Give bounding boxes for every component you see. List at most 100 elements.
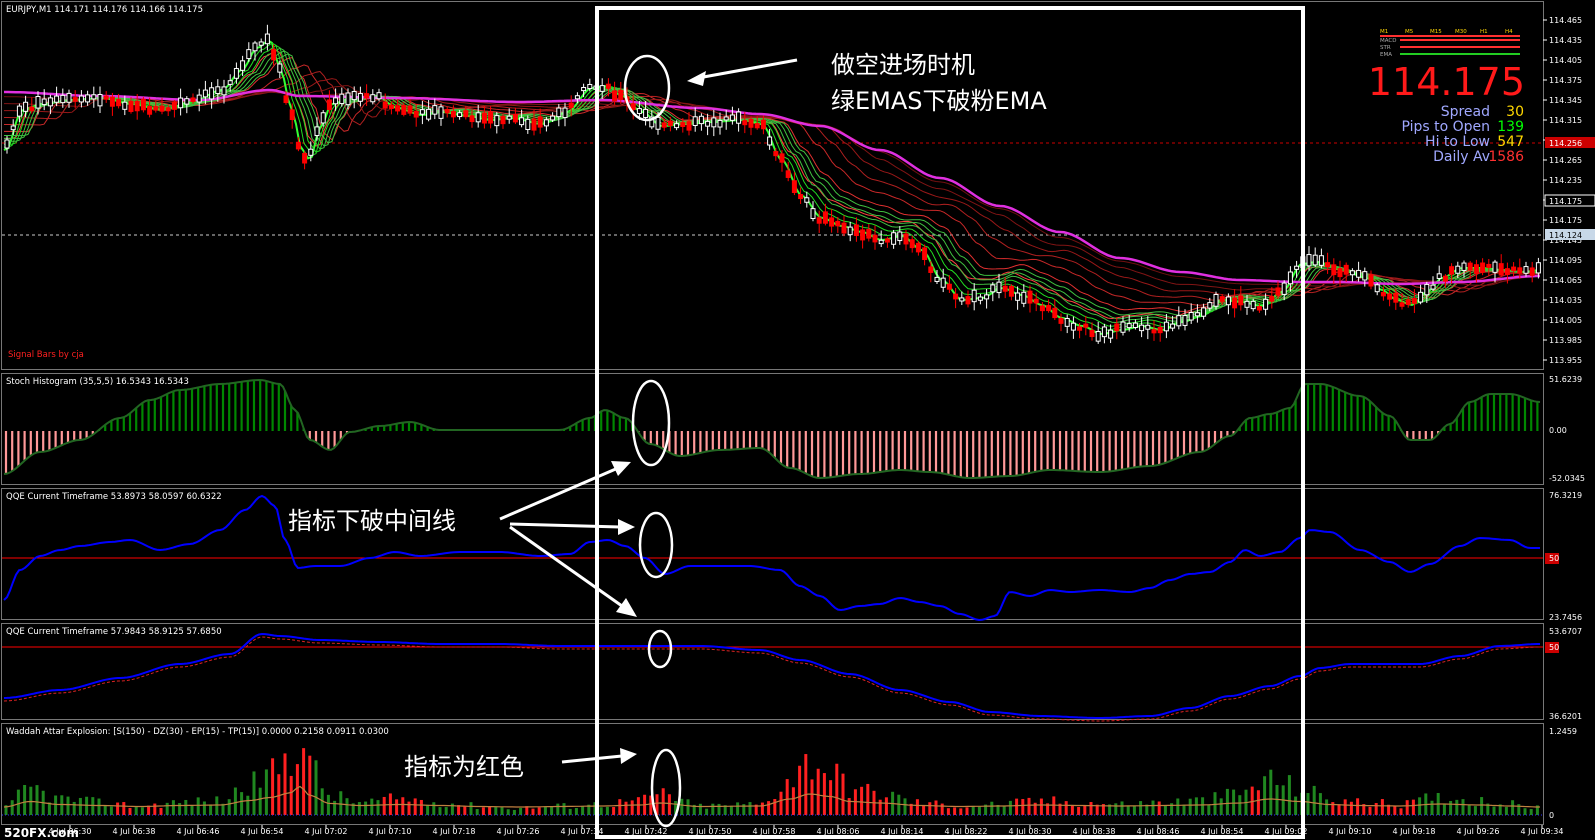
qqe2-title: QQE Current Timeframe 57.9843 58.9125 57… [6, 627, 222, 637]
wae-bar-green [1225, 788, 1229, 815]
bear-candle [1219, 296, 1225, 302]
wae-bar-green [705, 808, 709, 815]
stat-label: Hi to Low [1425, 134, 1490, 150]
time-label: 4 Jul 08:46 [1137, 827, 1180, 836]
wae-bar-green [500, 806, 504, 815]
bull-candle [339, 93, 345, 105]
bull-candle [196, 94, 202, 103]
wae-bar-green [202, 801, 206, 815]
bear-candle [835, 220, 841, 227]
time-label: 4 Jul 08:06 [817, 827, 860, 836]
bear-candle [1052, 307, 1058, 319]
bull-candle [1356, 269, 1362, 278]
bear-candle [1467, 262, 1473, 271]
bull-candle [1318, 255, 1324, 266]
wae-bar-red [382, 796, 386, 815]
bull-candle [692, 116, 698, 126]
wae-bar-green [711, 803, 715, 815]
bear-candle [605, 83, 611, 89]
bull-candle [1064, 318, 1070, 327]
bear-candle [860, 229, 866, 241]
time-label: 4 Jul 07:18 [433, 827, 476, 836]
bull-candle [1070, 322, 1076, 331]
time-label: 4 Jul 06:38 [113, 827, 156, 836]
bull-candle [41, 98, 47, 106]
bear-candle [928, 266, 934, 273]
time-label: 4 Jul 08:54 [1201, 827, 1244, 836]
bull-candle [85, 94, 91, 103]
bull-candle [1436, 273, 1442, 279]
wae-bar-green [717, 803, 721, 815]
wae-bar-green [556, 803, 560, 815]
bear-candle [531, 118, 537, 131]
stat-label: Spread [1441, 104, 1490, 120]
wae-bar-green [23, 785, 27, 815]
wae-bar-red [1374, 802, 1378, 815]
bull-candle [314, 126, 320, 137]
wae-bar-green [240, 792, 244, 815]
bear-candle [612, 90, 618, 102]
wae-bar-green [140, 807, 144, 815]
bull-candle [574, 95, 580, 100]
bear-candle [1157, 326, 1163, 334]
wae-bar-red [395, 799, 399, 815]
bear-candle [866, 229, 872, 239]
wae-bar-green [1523, 808, 1527, 815]
time-label: 4 Jul 09:26 [1457, 827, 1500, 836]
bear-candle [1331, 264, 1337, 276]
wae-bar-green [66, 796, 70, 815]
bull-candle [1225, 296, 1231, 306]
wae-bar-green [438, 807, 442, 815]
wae-bar-green [1325, 799, 1329, 815]
wae-bar-green [314, 760, 318, 815]
wae-bar-red [841, 773, 845, 815]
time-label: 4 Jul 09:10 [1329, 827, 1372, 836]
time-label: 4 Jul 08:22 [945, 827, 988, 836]
wae-bar-red [128, 807, 132, 815]
wae-bar-green [1120, 801, 1124, 815]
wae-bar-green [29, 786, 33, 815]
wae-bar-green [78, 797, 82, 815]
wae-bar-green [178, 803, 182, 815]
bear-candle [903, 233, 909, 245]
bear-candle [190, 97, 196, 103]
wae-bar-green [1139, 801, 1143, 815]
bear-candle [1473, 264, 1479, 274]
wae-bar-green [990, 801, 994, 815]
time-label: 4 Jul 07:02 [305, 827, 348, 836]
axis-label: 23.7456 [1549, 613, 1582, 622]
wae-bar-green [506, 809, 510, 815]
bull-candle [1455, 265, 1461, 274]
trading-chart: 114.465 114.435 114.405 114.375 114.345 114.3… [0, 0, 1595, 840]
bear-candle [667, 120, 673, 126]
bull-candle [184, 98, 190, 105]
wae-bar-red [1077, 806, 1081, 815]
wae-bar-red [283, 753, 287, 815]
bear-candle [1008, 285, 1014, 297]
bull-candle [122, 101, 128, 110]
wae-bar-red [785, 779, 789, 815]
bull-candle [1101, 326, 1107, 338]
wae-bar-green [227, 799, 231, 815]
wae-bar-red [816, 768, 820, 815]
bear-candle [1480, 262, 1486, 273]
bear-candle [909, 239, 915, 249]
bull-candle [878, 239, 884, 245]
bear-candle [488, 111, 494, 124]
price-tick: 114.175 [1549, 216, 1582, 225]
bear-candle [1033, 298, 1039, 304]
wae-bar-green [103, 805, 107, 815]
bull-candle [4, 139, 10, 149]
bull-candle [426, 108, 432, 120]
bull-candle [1176, 315, 1182, 327]
bear-candle [1256, 306, 1262, 311]
bear-candle [481, 112, 487, 124]
wae-bar-green [1312, 785, 1316, 815]
wae-bar-green [165, 802, 169, 815]
bear-candle [661, 122, 667, 128]
bear-candle [140, 98, 146, 111]
wae-bar-green [426, 804, 430, 815]
price-tick: 114.095 [1549, 256, 1582, 265]
wae-bar-green [1213, 792, 1217, 815]
bull-candle [674, 123, 680, 129]
